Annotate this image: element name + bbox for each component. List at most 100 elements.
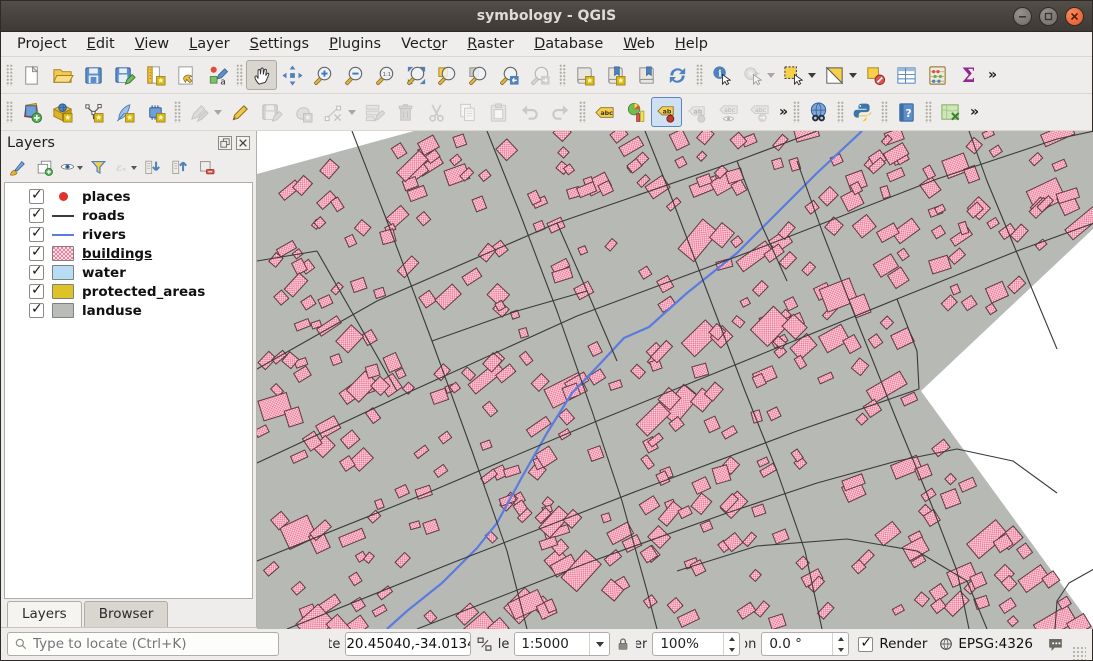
scale-combo[interactable]: 1:5000: [514, 632, 610, 656]
layer-item-water[interactable]: water: [5, 263, 252, 282]
crs-status[interactable]: EPSG:4326: [938, 636, 1033, 652]
menu-view[interactable]: View: [125, 34, 179, 54]
resize-grip[interactable]: [1072, 646, 1086, 660]
new-spatialite-icon[interactable]: [109, 97, 140, 127]
zoom-in-icon[interactable]: [308, 60, 339, 90]
layer-labeling-icon[interactable]: abc: [589, 97, 620, 127]
toolbar-drag-handle[interactable]: [696, 64, 703, 86]
processing-map-icon[interactable]: [935, 97, 966, 127]
menu-edit[interactable]: Edit: [77, 34, 125, 54]
menu-raster[interactable]: Raster: [457, 34, 524, 54]
extents-toggle-icon[interactable]: [476, 636, 493, 653]
layer-item-places[interactable]: places: [5, 187, 252, 206]
new-shapefile-icon[interactable]: [78, 97, 109, 127]
close-panel-icon[interactable]: [236, 136, 250, 150]
toolbar-overflow-icon[interactable]: »: [966, 104, 981, 120]
data-source-manager-icon[interactable]: [16, 97, 47, 127]
pan-map-icon[interactable]: [246, 60, 277, 90]
zoom-full-icon[interactable]: [401, 60, 432, 90]
help-contents-icon[interactable]: ?: [891, 97, 922, 127]
toggle-editing-icon[interactable]: [225, 97, 256, 127]
select-features-dropdown-icon[interactable]: [808, 73, 816, 78]
layer-label-rivers[interactable]: rivers: [82, 227, 126, 243]
locator-bar[interactable]: [7, 632, 279, 656]
toolbar-drag-handle[interactable]: [236, 64, 243, 86]
rotation-spinbox[interactable]: 0.0 °: [761, 632, 849, 656]
menu-plugins[interactable]: Plugins: [319, 34, 391, 54]
float-panel-icon[interactable]: [218, 136, 232, 150]
layer-checkbox-roads[interactable]: [29, 208, 44, 223]
menu-vector[interactable]: Vector: [391, 34, 457, 54]
toolbar-drag-handle[interactable]: [6, 101, 13, 123]
metasearch-icon[interactable]: [803, 97, 834, 127]
manage-visibility-dropdown-icon[interactable]: [77, 166, 83, 170]
maximize-icon[interactable]: [1039, 7, 1058, 26]
layer-checkbox-landuse[interactable]: [29, 303, 44, 318]
show-bookmarks-icon[interactable]: [600, 60, 631, 90]
locator-input[interactable]: [33, 636, 272, 652]
layer-item-buildings[interactable]: buildings: [5, 244, 252, 263]
toolbar-drag-handle[interactable]: [925, 101, 932, 123]
panel-tab-browser[interactable]: Browser: [84, 601, 169, 627]
messages-icon[interactable]: [1046, 635, 1065, 654]
toolbar-drag-handle[interactable]: [881, 101, 888, 123]
layer-item-landuse[interactable]: landuse: [5, 301, 252, 320]
identify-features-icon[interactable]: i: [706, 60, 737, 90]
select-features-icon[interactable]: [778, 60, 819, 90]
map-svg[interactable]: [257, 131, 1093, 629]
pin-labels-icon[interactable]: ab: [651, 97, 682, 127]
layer-label-buildings[interactable]: buildings: [82, 246, 152, 262]
magnifier-down-icon[interactable]: [724, 644, 739, 655]
scale-dropdown-icon[interactable]: [589, 633, 609, 655]
open-project-icon[interactable]: [47, 60, 78, 90]
select-by-form-dropdown-icon[interactable]: [849, 73, 857, 78]
open-styling-panel-icon[interactable]: [5, 156, 29, 180]
python-console-icon[interactable]: [847, 97, 878, 127]
bookmarks-panel-icon[interactable]: [631, 60, 662, 90]
select-by-form-icon[interactable]: [819, 60, 860, 90]
zoom-out-icon[interactable]: [339, 60, 370, 90]
manage-visibility-icon[interactable]: [59, 156, 83, 180]
layer-checkbox-buildings[interactable]: [29, 246, 44, 261]
menu-settings[interactable]: Settings: [240, 34, 320, 54]
filter-by-expression-dropdown-icon[interactable]: [131, 166, 137, 170]
toolbar-overflow-icon[interactable]: »: [984, 67, 999, 83]
toolbar-drag-handle[interactable]: [837, 101, 844, 123]
save-project-as-icon[interactable]: [109, 60, 140, 90]
menu-web[interactable]: Web: [613, 34, 665, 54]
filter-legend-icon[interactable]: [86, 156, 110, 180]
toolbar-drag-handle[interactable]: [174, 101, 181, 123]
show-layout-manager-icon[interactable]: [171, 60, 202, 90]
toolbar-drag-handle[interactable]: [579, 101, 586, 123]
new-project-icon[interactable]: [16, 60, 47, 90]
layer-item-rivers[interactable]: rivers: [5, 225, 252, 244]
style-manager-icon[interactable]: a: [202, 60, 233, 90]
panel-tab-layers[interactable]: Layers: [7, 601, 82, 627]
add-group-icon[interactable]: [32, 156, 56, 180]
new-print-layout-icon[interactable]: [140, 60, 171, 90]
rotation-down-icon[interactable]: [833, 644, 848, 655]
remove-layer-icon[interactable]: [194, 156, 218, 180]
layer-checkbox-protected_areas[interactable]: [29, 284, 44, 299]
layer-checkbox-rivers[interactable]: [29, 227, 44, 242]
layer-label-places[interactable]: places: [82, 189, 131, 205]
titlebar[interactable]: symbology - QGIS: [1, 1, 1092, 32]
menu-layer[interactable]: Layer: [179, 34, 239, 54]
toolbar-drag-handle[interactable]: [6, 64, 13, 86]
save-project-icon[interactable]: [78, 60, 109, 90]
layer-diagram-icon[interactable]: [620, 97, 651, 127]
layer-checkbox-places[interactable]: [29, 189, 44, 204]
layer-item-roads[interactable]: roads: [5, 206, 252, 225]
magnifier-spinbox[interactable]: 100%: [652, 632, 740, 656]
render-checkbox[interactable]: [858, 637, 873, 652]
magnifier-up-icon[interactable]: [724, 633, 739, 644]
layer-label-protected_areas[interactable]: protected_areas: [82, 284, 205, 300]
menu-project[interactable]: Project: [7, 34, 77, 54]
layer-label-landuse[interactable]: landuse: [82, 303, 142, 319]
field-calculator-sum-icon[interactable]: Σ: [953, 60, 984, 90]
zoom-native-icon[interactable]: 1:1: [370, 60, 401, 90]
layer-checkbox-water[interactable]: [29, 265, 44, 280]
expand-all-icon[interactable]: [140, 156, 164, 180]
render-toggle[interactable]: Render: [858, 636, 927, 652]
layer-label-water[interactable]: water: [82, 265, 126, 281]
